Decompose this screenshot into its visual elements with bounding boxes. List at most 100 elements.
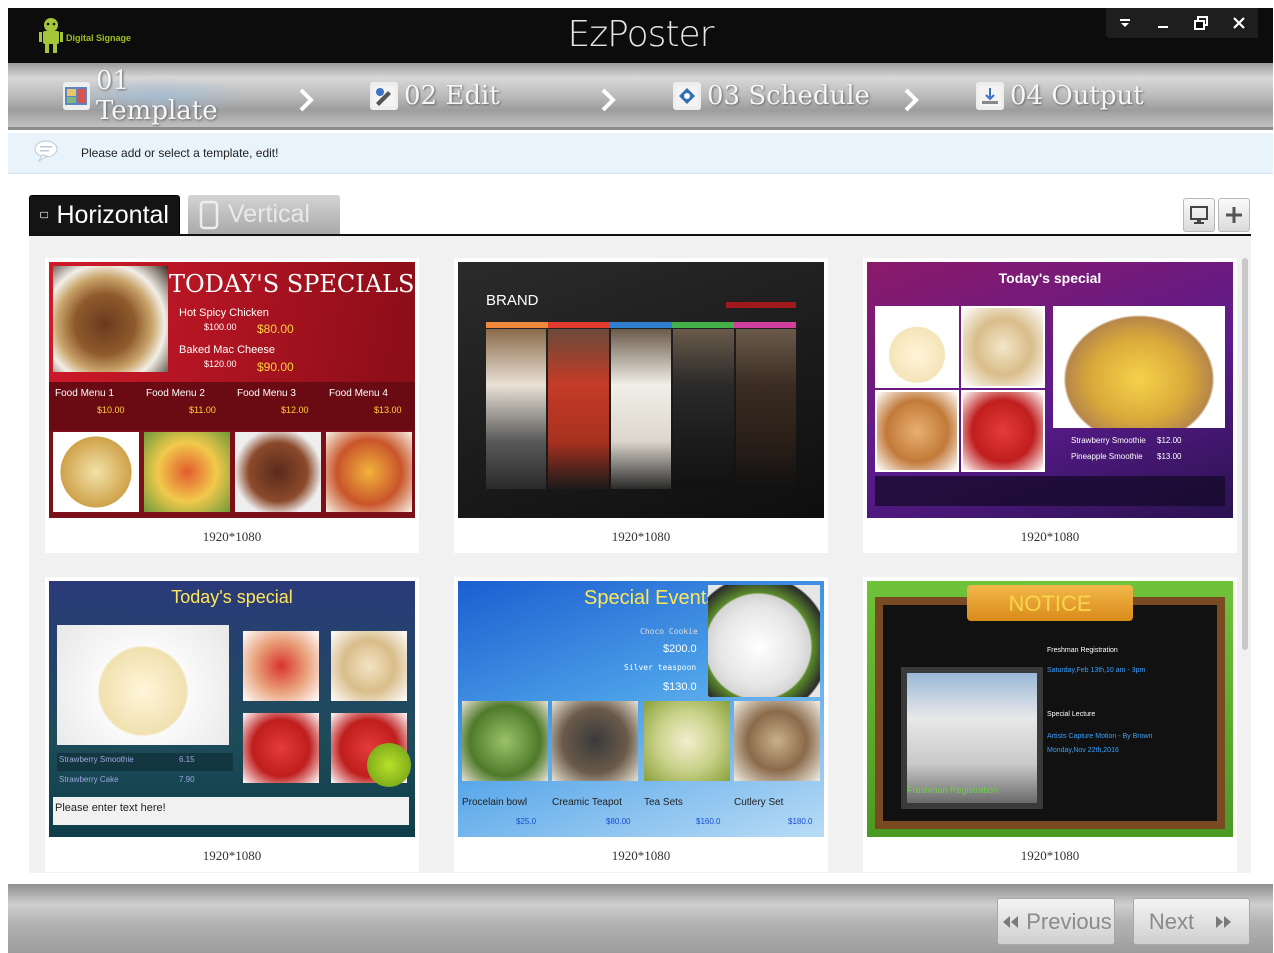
restore-button[interactable] [1182,8,1220,38]
chevron-right-icon [904,88,919,112]
next-button[interactable]: Next [1133,898,1250,945]
title-bar: Digital Signage EzPoster [8,8,1273,63]
chevron-right-icon [299,88,314,112]
item-name: Strawberry Smoothie [59,755,134,764]
notice-line: Freshman Registration [1047,647,1118,654]
tab-label: Horizontal [56,200,169,229]
restore-icon [1194,16,1208,30]
app-title: EzPoster [567,14,715,55]
item-name: Strawberry Cake [59,775,119,784]
template-resolution: 1920*1080 [202,848,262,863]
schedule-icon [673,82,701,110]
notice-line: Saturday,Feb 13th,10 am - 3pm [1047,667,1146,674]
template-card[interactable]: Today's special Strawberry Smoothie 6.15… [45,577,419,872]
close-button[interactable] [1220,8,1258,38]
tab-label: Vertical [228,200,310,228]
step-label: 02 Edit [404,81,500,111]
notice-line: Special Lecture [1047,711,1096,718]
hint-text: Please add or select a template, edit! [81,146,279,160]
menu-name: Food Menu 2 [146,388,205,399]
template-thumbnail: Today's special Strawberry Smoothie $12.… [867,262,1233,518]
template-card[interactable]: NOTICE Freshman Registration Freshman Re… [863,577,1237,872]
item-old-price: $100.00 [204,322,237,332]
product-price: $80.00 [606,817,631,826]
minimize-icon [1158,26,1168,28]
double-chevron-right-icon [1216,915,1232,928]
previous-label: Previous [1026,908,1112,934]
notice-line: Monday,Nov 22th,2016 [1047,747,1119,754]
window-menu-button[interactable] [1106,8,1144,38]
notice-line: Artists Capture Motion - By Brown [1047,733,1153,740]
step-label: 04 Output [1010,81,1144,111]
wizard-steps: 01 Template 02 Edit 03 Schedule 04 Outpu… [8,63,1273,130]
template-thumbnail: Today's special Strawberry Smoothie 6.15… [49,581,415,837]
step-label: 03 Schedule [707,81,870,111]
menu-name: Food Menu 3 [237,388,296,399]
item-price: $130.0 [663,681,697,693]
product-name: Procelain bowl [462,797,528,808]
step-edit[interactable]: 02 Edit [370,77,500,115]
bottom-bar: Previous Next [8,884,1273,953]
product-name: Tea Sets [644,797,683,808]
step-schedule[interactable]: 03 Schedule [673,77,870,115]
item-price: $12.00 [1157,436,1182,445]
output-icon [976,82,1004,110]
template-grid: TODAY'S SPECIALS Hot Spicy Chicken $100.… [29,234,1251,873]
item-price: 6.15 [179,755,195,764]
scrollbar-thumb[interactable] [1242,258,1248,650]
step-template[interactable]: 01 Template [63,66,253,126]
template-resolution: 1920*1080 [1020,529,1080,544]
menu-name: Food Menu 1 [55,388,114,399]
preview-button[interactable] [1183,198,1215,232]
edit-icon [370,82,398,110]
chevron-right-icon [601,88,616,112]
product-name: Creamic Teapot [552,797,622,808]
template-card[interactable]: Today's special Strawberry Smoothie $12.… [863,258,1237,553]
item-name: Silver teaspoon [624,663,697,672]
hint-bar: Please add or select a template, edit! [8,133,1273,174]
template-heading: Special Events [584,587,717,609]
template-thumbnail: Special Events Choco Cookie $200.0 Silve… [458,581,824,837]
template-card[interactable]: TODAY'S SPECIALS Hot Spicy Chicken $100.… [45,258,419,553]
item-old-price: $120.00 [204,359,237,369]
template-icon [63,82,90,110]
item-name: Hot Spicy Chicken [179,307,269,319]
double-chevron-left-icon [1003,915,1019,928]
template-card[interactable]: BRAND 1920*1080 [454,258,828,553]
minimize-button[interactable] [1144,8,1182,38]
template-thumbnail: NOTICE Freshman Registration Freshman Re… [867,581,1233,837]
item-name: Baked Mac Cheese [179,344,275,356]
menu-price: $11.00 [189,405,216,415]
window-controls [1106,8,1258,38]
tab-horizontal[interactable]: Horizontal [29,195,180,234]
template-resolution: 1920*1080 [202,529,262,544]
plus-icon [1226,207,1242,223]
template-card[interactable]: Special Events Choco Cookie $200.0 Silve… [454,577,828,872]
template-heading: Today's special [171,587,293,607]
template-thumbnail: BRAND [458,262,824,518]
dropdown-icon [1120,19,1130,27]
monitor-landscape-icon [40,211,49,219]
photo-caption: Freshman Registration [907,785,999,795]
phone-portrait-icon [199,200,219,229]
menu-name: Food Menu 4 [329,388,388,399]
menu-price: $10.00 [97,405,125,415]
template-heading: Today's special [998,270,1102,286]
template-thumbnail: TODAY'S SPECIALS Hot Spicy Chicken $100.… [49,262,415,518]
close-icon [1233,17,1245,29]
menu-price: $12.00 [281,405,309,415]
vertical-scrollbar[interactable] [1241,242,1249,867]
placeholder-text: Please enter text here! [55,802,166,814]
previous-button[interactable]: Previous [997,898,1115,945]
item-price: $90.00 [257,360,294,374]
template-resolution: 1920*1080 [611,529,671,544]
product-price: $180.0 [788,817,813,826]
step-output[interactable]: 04 Output [976,77,1144,115]
product-price: $160.0 [696,817,721,826]
template-resolution: 1920*1080 [611,848,671,863]
item-price: $200.0 [663,643,697,655]
item-name: Choco Cookie [640,627,698,636]
add-template-button[interactable] [1218,198,1250,232]
monitor-icon [1190,206,1208,224]
tab-vertical[interactable]: Vertical [188,195,340,234]
